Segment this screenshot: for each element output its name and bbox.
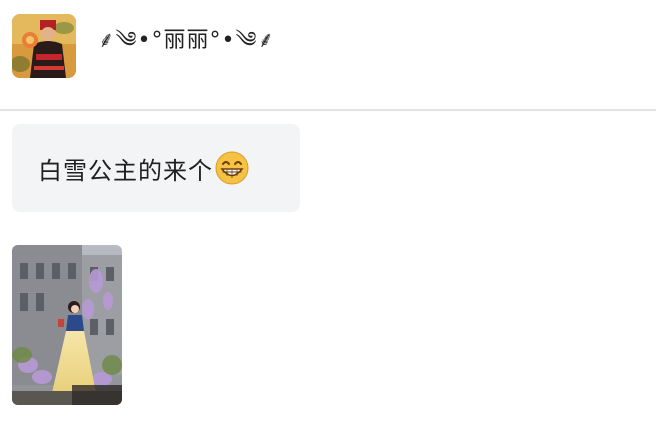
grinning-face-icon xyxy=(215,151,249,185)
avatar-image xyxy=(12,14,76,78)
header-divider xyxy=(0,109,656,111)
chat-contact-name[interactable]: ⸙༄•°丽丽°•༄⸙ xyxy=(98,26,275,66)
message-text: 白雪公主的来个 xyxy=(38,156,213,185)
chat-screen: ⸙༄•°丽丽°•༄⸙ 白雪公主的来个 xyxy=(0,0,656,434)
avatar[interactable] xyxy=(12,14,76,78)
message-image[interactable] xyxy=(12,245,122,405)
message-bubble[interactable]: 白雪公主的来个 xyxy=(12,124,300,212)
chat-header: ⸙༄•°丽丽°•༄⸙ xyxy=(0,0,656,110)
photo-snow-white xyxy=(12,245,122,405)
